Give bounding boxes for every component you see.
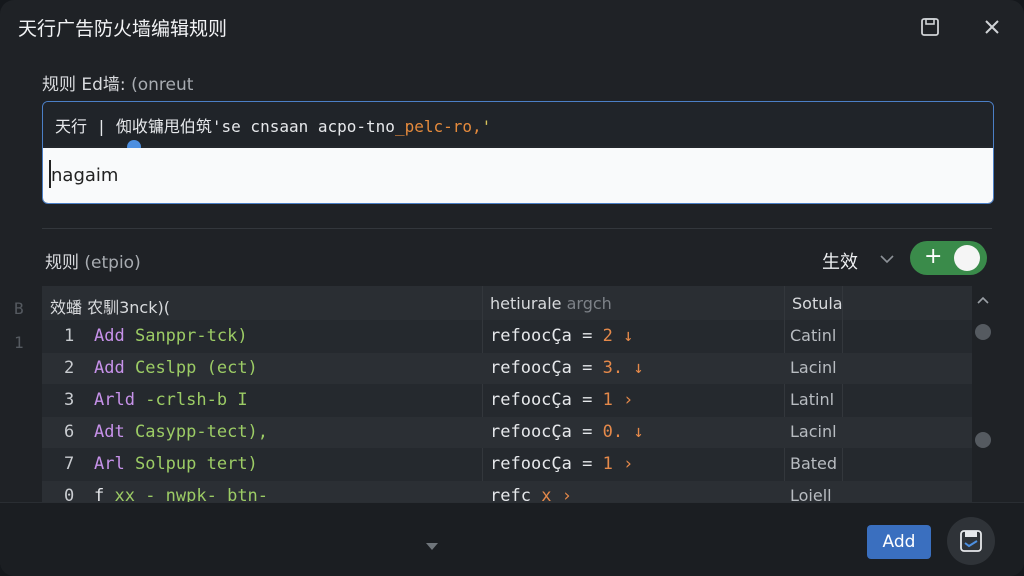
- titlebar: 天行广告防火墙编辑规则: [0, 0, 1024, 54]
- rule-search-input[interactable]: [43, 148, 993, 203]
- scroll-thumb[interactable]: [975, 324, 991, 340]
- side-mark: 1: [14, 333, 24, 352]
- row-condition-arrow: ↓: [633, 422, 644, 442]
- row-condition: refoocÇa =: [490, 390, 603, 410]
- effect-label: 生效: [822, 252, 858, 273]
- save-inbox-icon[interactable]: [947, 517, 995, 565]
- divider: [42, 228, 992, 229]
- rule-label-text: 规则 Ed墙:: [42, 75, 126, 95]
- row-condition: refoocÇa =: [490, 454, 603, 474]
- row-condition-value: 0.: [602, 422, 624, 442]
- rule-code-line[interactable]: 天行 | 倁收镛甩伯筑'se cnsaan acpo-tno_pelc-ro,': [43, 102, 993, 146]
- rule-label-hint: (onreut: [131, 75, 194, 95]
- rules-table: 效蟠 农馴3nck)( hetiurale argch Sotula 1 Add…: [42, 286, 972, 506]
- header-col-condition[interactable]: hetiurale argch: [490, 294, 612, 313]
- rule-field-label: 规则 Ed墙: (onreut: [42, 70, 193, 95]
- row-function: Sanppr-tck): [134, 326, 248, 346]
- code-prefix: 天行 | 倁收镛甩伯筑'se cnsaan acpo-tno: [55, 117, 395, 136]
- firewall-rule-dialog: 天行广告防火墙编辑规则 规则 Ed墙: (onreut 天行 | 倁收镛甩伯筑'…: [0, 0, 1024, 576]
- row-condition-value: 1: [602, 390, 613, 410]
- row-condition-arrow: ↓: [623, 326, 634, 346]
- close-icon[interactable]: [979, 14, 1005, 40]
- row-function: Casypp-tect),: [134, 422, 269, 442]
- row-condition: refoocÇa =: [490, 358, 603, 378]
- row-condition-arrow: ↓: [633, 358, 644, 378]
- rules-label-hint: (etpio): [84, 253, 141, 273]
- row-keyword: Add: [94, 326, 125, 346]
- row-status: Lacinl: [790, 422, 837, 441]
- window-title: 天行广告防火墙编辑规则: [18, 18, 228, 40]
- rules-section-label: 规则 (etpio): [45, 248, 141, 273]
- effect-toggle[interactable]: +: [910, 241, 987, 275]
- header-col-rules[interactable]: 效蟠 农馴3nck)(: [50, 294, 170, 318]
- table-row[interactable]: 2 Add Ceslpp (ect) refoocÇa = 3. ↓ Lacin…: [42, 353, 972, 384]
- side-mark: B: [14, 299, 24, 318]
- row-status: Bated: [790, 454, 838, 473]
- row-keyword: Arld: [94, 390, 135, 410]
- row-keyword: Adt: [94, 422, 125, 442]
- header-col-condition-text: hetiurale: [490, 294, 562, 313]
- table-scrollbar[interactable]: [972, 286, 994, 506]
- code-keyword: _pelc-ro,: [394, 117, 482, 136]
- row-condition-arrow: ›: [623, 390, 634, 410]
- plus-icon: +: [924, 244, 943, 269]
- text-cursor: [49, 160, 51, 188]
- row-condition: refoocÇa =: [490, 326, 603, 346]
- row-number: 3: [64, 390, 75, 410]
- header-col-status[interactable]: Sotula: [792, 294, 843, 313]
- table-row[interactable]: 1 Add Sanppr-tck) refoocÇa = 2 ↓ Catinl: [42, 321, 972, 352]
- row-status: Catinl: [790, 326, 837, 345]
- row-condition-value: 2: [602, 326, 613, 346]
- row-condition: refoocÇa =: [490, 422, 603, 442]
- chevron-down-icon[interactable]: [878, 250, 896, 268]
- row-number: 7: [64, 454, 75, 474]
- row-status: Lacinl: [790, 358, 837, 377]
- toggle-knob: [954, 245, 980, 271]
- scroll-up-icon[interactable]: [977, 290, 989, 304]
- rule-editor[interactable]: 天行 | 倁收镛甩伯筑'se cnsaan acpo-tno_pelc-ro,': [42, 101, 994, 204]
- table-row[interactable]: 3 Arld -crlsh-b I refoocÇa = 1 › Latinl: [42, 385, 972, 416]
- row-function: Ceslpp (ect): [134, 358, 258, 378]
- row-keyword: Add: [94, 358, 125, 378]
- rules-label-text: 规则: [45, 253, 79, 273]
- row-function: -crlsh-b I: [145, 390, 248, 410]
- side-marks: B 1: [14, 292, 24, 360]
- row-condition-value: 1: [602, 454, 613, 474]
- row-function: Solpup tert): [134, 454, 258, 474]
- table-row[interactable]: 6 Adt Casypp-tect), refoocÇa = 0. ↓ Laci…: [42, 417, 972, 448]
- scroll-thumb[interactable]: [975, 432, 991, 448]
- row-number: 1: [64, 326, 75, 346]
- row-number: 6: [64, 422, 75, 442]
- row-condition-value: 3.: [602, 358, 624, 378]
- row-number: 2: [64, 358, 75, 378]
- header-col-condition-hint: argch: [566, 294, 612, 313]
- table-header: 效蟠 农馴3nck)( hetiurale argch Sotula: [42, 286, 972, 320]
- add-button[interactable]: Add: [867, 525, 931, 559]
- arrow-down-icon[interactable]: [425, 537, 439, 550]
- dialog-footer: Add: [0, 502, 1024, 576]
- table-row[interactable]: 7 Arl Solpup tert) refoocÇa = 1 › Bated: [42, 449, 972, 480]
- save-icon[interactable]: [917, 14, 943, 40]
- row-keyword: Arl: [94, 454, 125, 474]
- row-condition-arrow: ›: [623, 454, 634, 474]
- row-status: Latinl: [790, 390, 835, 409]
- code-suffix: ': [481, 117, 492, 136]
